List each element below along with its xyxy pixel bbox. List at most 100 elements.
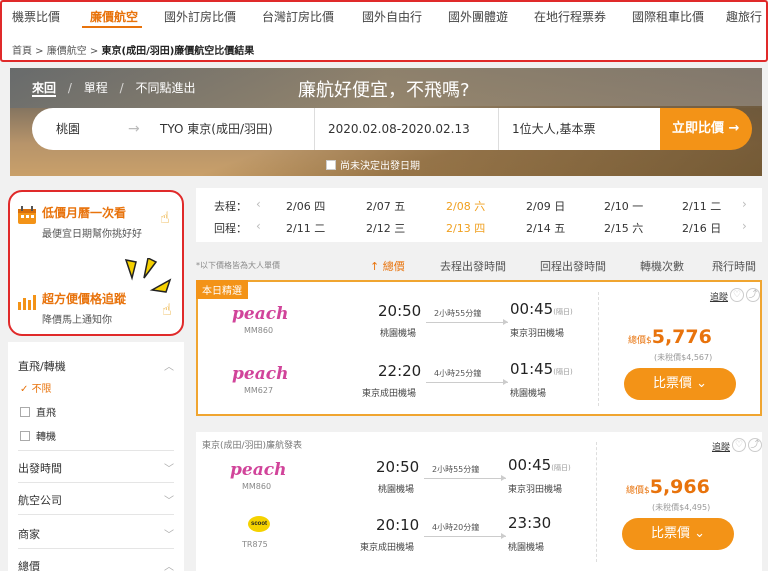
origin-field[interactable]: 桃園 xyxy=(56,108,80,150)
pointer-hand-icon: ☝ xyxy=(162,300,172,319)
outbound-date[interactable]: 2/10 一 xyxy=(604,198,643,214)
departure-time: 22:20 xyxy=(378,362,422,380)
passengers-field[interactable]: 1位大人,基本票 xyxy=(512,108,595,150)
return-prev-icon[interactable]: ‹ xyxy=(256,219,261,233)
promo-calendar-subtitle: 最便宜日期幫你挑好好 xyxy=(42,229,142,240)
undecided-label: 尚未決定出發日期 xyxy=(340,161,420,172)
flight-card[interactable]: 東京(成田/羽田)廉航發表 追蹤 ♡ ⤴ peach MM860 20:50 桃… xyxy=(196,432,762,571)
outbound-next-icon[interactable]: › xyxy=(742,197,747,211)
trip-type-roundtrip[interactable]: 來回 xyxy=(32,81,57,97)
chevron-down-icon: ﹀ xyxy=(164,496,174,507)
tab-intl-hotels[interactable]: 國外訂房比價 xyxy=(164,8,236,25)
price-tracking-link[interactable]: 超方便價格追蹤 降價馬上通知你 xyxy=(16,290,180,330)
outbound-date[interactable]: 2/07 五 xyxy=(366,198,405,214)
card-divider xyxy=(596,442,597,562)
outbound-prev-icon[interactable]: ‹ xyxy=(256,197,261,211)
calendar-icon xyxy=(18,206,36,224)
return-date[interactable]: 2/15 六 xyxy=(604,220,643,236)
scoot-logo: scoot xyxy=(248,516,270,532)
divider xyxy=(18,482,174,483)
tab-free-travel[interactable]: 國外自由行 xyxy=(362,8,422,25)
pre-tax-price: (未稅價$4,567) xyxy=(654,353,713,362)
outbound-date[interactable]: 2/11 二 xyxy=(682,198,721,214)
flight-duration: 4小時25分鐘 xyxy=(434,369,482,378)
filter-stops-label: 直飛/轉機 xyxy=(18,360,66,373)
return-date[interactable]: 2/16 日 xyxy=(682,220,721,236)
return-next-icon[interactable]: › xyxy=(742,219,747,233)
filter-airline-label: 航空公司 xyxy=(18,494,62,507)
filter-panel: 直飛/轉機 ︿ ✓ 不限 直飛 轉機 出發時間 ﹀ 航空公司 ﹀ 商家 ﹀ 總價… xyxy=(8,342,184,571)
tab-fun-travel[interactable]: 趣旅行 xyxy=(726,8,762,25)
filter-stops-header[interactable]: 直飛/轉機 ︿ xyxy=(18,358,174,374)
departure-airport: 東京成田機場 xyxy=(360,543,415,553)
undecided-date-option[interactable]: 尚未決定出發日期 xyxy=(326,157,420,172)
low-price-calendar-link[interactable]: 低價月曆一次看 最便宜日期幫你挑好好 xyxy=(16,204,180,244)
dates-field[interactable]: 2020.02.08-2020.02.13 xyxy=(328,108,470,150)
sort-total-price[interactable]: ↑ 總價 xyxy=(370,258,405,274)
heart-icon[interactable]: ♡ xyxy=(730,288,744,302)
trip-type-openjaw[interactable]: 不同點進出 xyxy=(135,81,195,95)
flight-duration: 2小時55分鐘 xyxy=(432,465,480,474)
filter-option-any[interactable]: ✓ 不限 xyxy=(20,380,52,395)
tab-lcc[interactable]: 廉價航空 xyxy=(90,8,138,25)
sort-return-time[interactable]: 回程出發時間 xyxy=(540,258,606,274)
departure-time: 20:10 xyxy=(376,516,420,534)
arrival-time: 00:45(隔日) xyxy=(510,300,573,318)
tab-car-rental[interactable]: 國際租車比價 xyxy=(632,8,704,25)
share-icon[interactable]: ⤴ xyxy=(748,438,762,452)
total-price: 總價$5,966 xyxy=(626,476,710,498)
tab-local-tickets[interactable]: 在地行程票券 xyxy=(534,8,606,25)
checkbox[interactable] xyxy=(20,431,30,441)
sort-transfers[interactable]: 轉機次數 xyxy=(640,258,684,274)
arrival-airport: 東京羽田機場 xyxy=(510,329,565,339)
checkbox[interactable] xyxy=(20,407,30,417)
flight-number: MM627 xyxy=(244,386,274,395)
filter-total-header[interactable]: 總價 ︿ xyxy=(18,558,174,571)
share-icon[interactable]: ⤴ xyxy=(746,288,760,302)
follow-link[interactable]: 追蹤 xyxy=(710,290,728,303)
filter-option-direct[interactable]: 直飛 xyxy=(20,404,56,419)
filter-departure-header[interactable]: 出發時間 ﹀ xyxy=(18,460,174,476)
tab-group-tours[interactable]: 國外團體遊 xyxy=(448,8,508,25)
return-date[interactable]: 2/11 二 xyxy=(286,220,325,236)
destination-field[interactable]: TYO 東京(成田/羽田) xyxy=(160,108,273,150)
compare-fares-button[interactable]: 比票價 ⌄ xyxy=(622,518,734,550)
search-bar: 桃園 → TYO 東京(成田/羽田) 2020.02.08-2020.02.13… xyxy=(32,108,742,150)
heart-icon[interactable]: ♡ xyxy=(732,438,746,452)
compare-now-button[interactable]: 立即比價 → xyxy=(660,108,752,150)
arrival-time: 00:45(隔日) xyxy=(508,456,571,474)
flight-segment-outbound: peach MM860 20:50 桃園機場 2小時55分鐘 00:45(隔日)… xyxy=(196,452,596,512)
filter-option-transfer-label: 轉機 xyxy=(36,432,56,443)
arrival-airport: 桃園機場 xyxy=(510,389,547,399)
promo-calendar-title: 低價月曆一次看 xyxy=(42,206,127,220)
flight-number: MM860 xyxy=(242,482,272,491)
divider xyxy=(18,514,174,515)
return-date[interactable]: 2/12 三 xyxy=(366,220,405,236)
duration-arrow-icon xyxy=(426,319,508,325)
tab-flights[interactable]: 機票比價 xyxy=(12,8,60,25)
trip-type-oneway[interactable]: 單程 xyxy=(84,81,108,95)
breadcrumb-home[interactable]: 首頁 xyxy=(12,46,32,57)
next-day-note: (隔日) xyxy=(553,308,573,316)
return-date-selected[interactable]: 2/13 四 xyxy=(446,220,485,236)
sort-outbound-time[interactable]: 去程出發時間 xyxy=(440,258,506,274)
card-source-note: 東京(成田/羽田)廉航發表 xyxy=(202,441,303,451)
arrival-time: 01:45(隔日) xyxy=(510,360,573,378)
filter-airline-header[interactable]: 航空公司 ﹀ xyxy=(18,492,174,508)
outbound-date-selected[interactable]: 2/08 六 xyxy=(446,198,485,214)
outbound-date[interactable]: 2/09 日 xyxy=(526,198,565,214)
filter-option-transfer[interactable]: 轉機 xyxy=(20,428,56,443)
outbound-date[interactable]: 2/06 四 xyxy=(286,198,325,214)
follow-link[interactable]: 追蹤 xyxy=(712,440,730,453)
breadcrumb-lcc[interactable]: 廉價航空 xyxy=(47,46,87,57)
return-date[interactable]: 2/14 五 xyxy=(526,220,565,236)
flight-card[interactable]: 本日精選 追蹤 ♡ ⤴ peach MM860 20:50 桃園機場 2小時55… xyxy=(196,280,762,416)
active-tab-indicator xyxy=(82,26,142,28)
departure-airport: 桃園機場 xyxy=(380,329,417,339)
sort-flight-time[interactable]: 飛行時間 xyxy=(712,258,756,274)
flight-segment-return: peach MM627 22:20 東京成田機場 4小時25分鐘 01:45(隔… xyxy=(198,356,598,416)
compare-fares-button[interactable]: 比票價 ⌄ xyxy=(624,368,736,400)
filter-merchant-header[interactable]: 商家 ﹀ xyxy=(18,526,174,542)
undecided-checkbox[interactable] xyxy=(326,160,336,170)
tab-tw-hotels[interactable]: 台灣訂房比價 xyxy=(262,8,334,25)
